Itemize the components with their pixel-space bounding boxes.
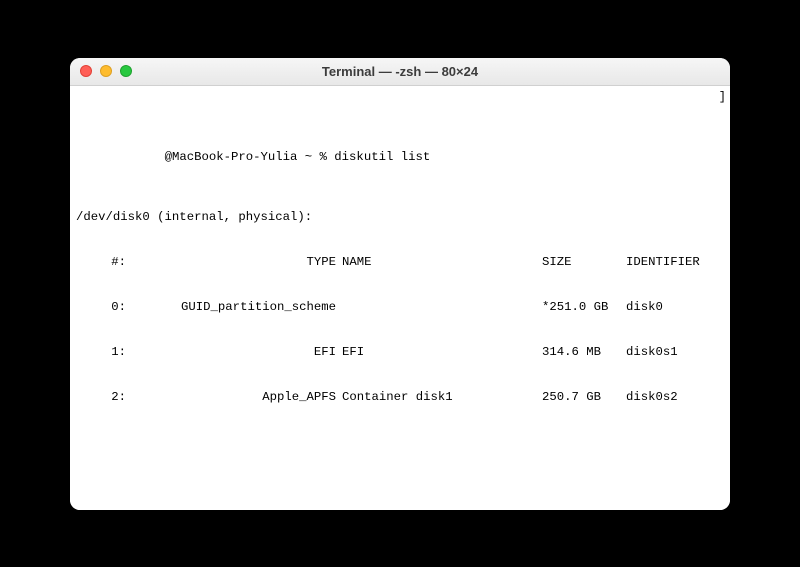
col-id: disk0 bbox=[626, 300, 706, 315]
disk0-column-header: #: TYPE NAME SIZE IDENTIFIER bbox=[76, 255, 724, 270]
scroll-indicator: ] bbox=[719, 90, 726, 105]
col-id: disk0s1 bbox=[626, 345, 706, 360]
prompt-user-host: @MacBook-Pro-Yulia ~ % bbox=[165, 150, 335, 165]
col-size-header: SIZE bbox=[542, 255, 626, 270]
window-title: Terminal — -zsh — 80×24 bbox=[80, 64, 720, 79]
col-id: disk0s2 bbox=[626, 390, 706, 405]
traffic-lights bbox=[80, 65, 132, 77]
command-text: diskutil list bbox=[334, 150, 430, 165]
col-idx: 2: bbox=[76, 390, 132, 405]
col-idx: 0: bbox=[76, 300, 132, 315]
col-name-header: NAME bbox=[342, 255, 542, 270]
col-type: Apple_APFS bbox=[132, 390, 342, 405]
col-name bbox=[342, 300, 542, 315]
col-name: Container disk1 bbox=[342, 390, 542, 405]
col-idx-header: #: bbox=[76, 255, 132, 270]
col-id-header: IDENTIFIER bbox=[626, 255, 706, 270]
prompt-line-1: @MacBook-Pro-Yulia ~ % diskutil list bbox=[76, 150, 724, 165]
disk0-header: /dev/disk0 (internal, physical): bbox=[76, 210, 724, 225]
col-idx: 1: bbox=[76, 345, 132, 360]
table-row: 0: GUID_partition_scheme *251.0 GB disk0 bbox=[76, 300, 724, 315]
titlebar[interactable]: Terminal — -zsh — 80×24 bbox=[70, 58, 730, 86]
col-size: *251.0 GB bbox=[542, 300, 626, 315]
close-icon[interactable] bbox=[80, 65, 92, 77]
terminal-body[interactable]: ] @MacBook-Pro-Yulia ~ % diskutil list /… bbox=[70, 86, 730, 510]
col-size: 250.7 GB bbox=[542, 390, 626, 405]
table-row: 2: Apple_APFS Container disk1 250.7 GB d… bbox=[76, 390, 724, 405]
col-type: GUID_partition_scheme bbox=[132, 300, 342, 315]
blank-line bbox=[76, 450, 724, 465]
leading-spaces bbox=[76, 150, 165, 165]
minimize-icon[interactable] bbox=[100, 65, 112, 77]
terminal-window: Terminal — -zsh — 80×24 ] @MacBook-Pro-Y… bbox=[70, 58, 730, 510]
col-type: EFI bbox=[132, 345, 342, 360]
col-size: 314.6 MB bbox=[542, 345, 626, 360]
col-name: EFI bbox=[342, 345, 542, 360]
table-row: 1: EFI EFI 314.6 MB disk0s1 bbox=[76, 345, 724, 360]
maximize-icon[interactable] bbox=[120, 65, 132, 77]
col-type-header: TYPE bbox=[132, 255, 342, 270]
